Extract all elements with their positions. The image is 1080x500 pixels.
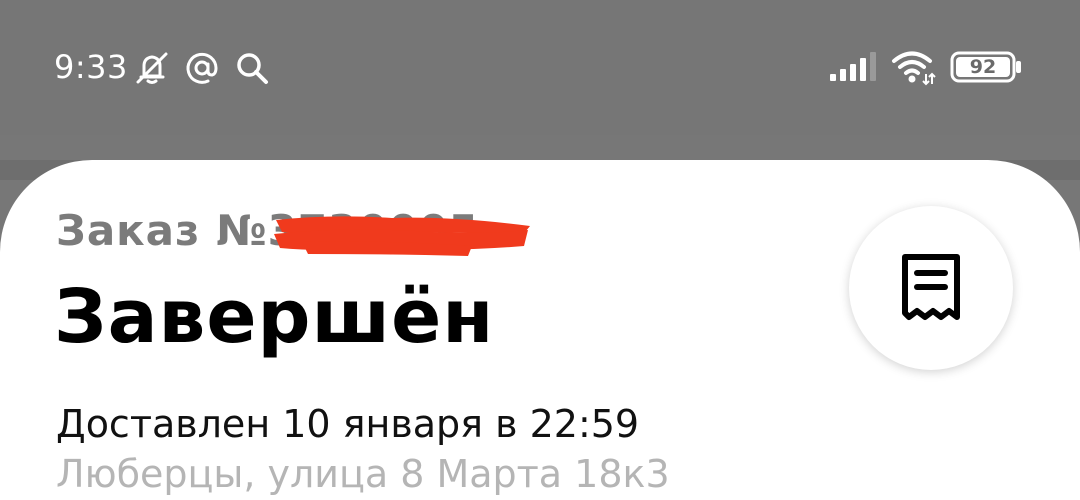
order-number-prefix: Заказ №3 bbox=[56, 206, 298, 255]
delivery-address: Люберцы, улица 8 Марта 18к3 bbox=[56, 452, 670, 496]
redaction-scribble bbox=[274, 216, 530, 256]
status-time: 9:33 bbox=[54, 48, 128, 86]
status-bar: 9:33 92 bbox=[0, 0, 1080, 135]
search-icon bbox=[237, 53, 268, 84]
delivery-info: Доставлен 10 января в 22:59 bbox=[56, 402, 640, 446]
receipt-icon bbox=[902, 254, 960, 320]
bell-off-icon bbox=[136, 52, 168, 84]
order-status: Завершён bbox=[54, 274, 495, 360]
wifi-icon bbox=[892, 51, 936, 86]
at-sign-icon bbox=[186, 52, 218, 84]
battery-level: 92 bbox=[969, 56, 997, 78]
receipt-button[interactable] bbox=[849, 206, 1013, 370]
signal-icon bbox=[830, 52, 876, 81]
